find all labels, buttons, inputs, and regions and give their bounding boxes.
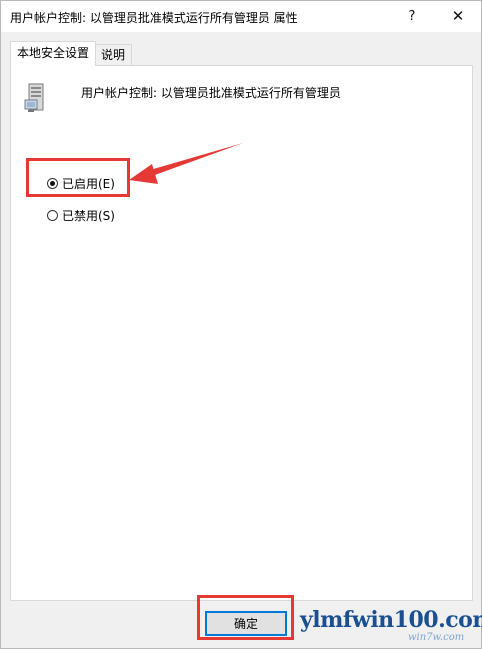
help-button[interactable]: ? [389,1,435,32]
properties-dialog: 用户帐户控制: 以管理员批准模式运行所有管理员 属性 ? ✕ 本地安全设置 说明… [0,0,482,649]
disabled-radio[interactable] [47,209,58,221]
tab-panel: 用户帐户控制: 以管理员批准模式运行所有管理员 已启用(E) 已禁用(S) [10,65,473,601]
title-bar[interactable]: 用户帐户控制: 以管理员批准模式运行所有管理员 属性 ? ✕ [1,1,481,32]
close-button[interactable]: ✕ [435,1,481,32]
watermark-subtext: win7w.com [408,632,465,643]
window-title: 用户帐户控制: 以管理员批准模式运行所有管理员 属性 [10,11,298,25]
policy-title: 用户帐户控制: 以管理员批准模式运行所有管理员 [81,86,341,100]
tab-explain[interactable]: 说明 [94,44,133,65]
server-computer-icon [24,83,44,112]
disabled-label: 已禁用(S) [62,208,115,223]
disabled-option[interactable]: 已禁用(S) [47,206,115,224]
enabled-highlight-box [26,158,130,197]
watermark-text: ylmfwin100.com [300,607,482,633]
ok-highlight-box [197,595,294,640]
tab-local-security-setting[interactable]: 本地安全设置 [10,41,97,66]
watermark: ylmfwin100.com win7w.com [300,607,482,647]
